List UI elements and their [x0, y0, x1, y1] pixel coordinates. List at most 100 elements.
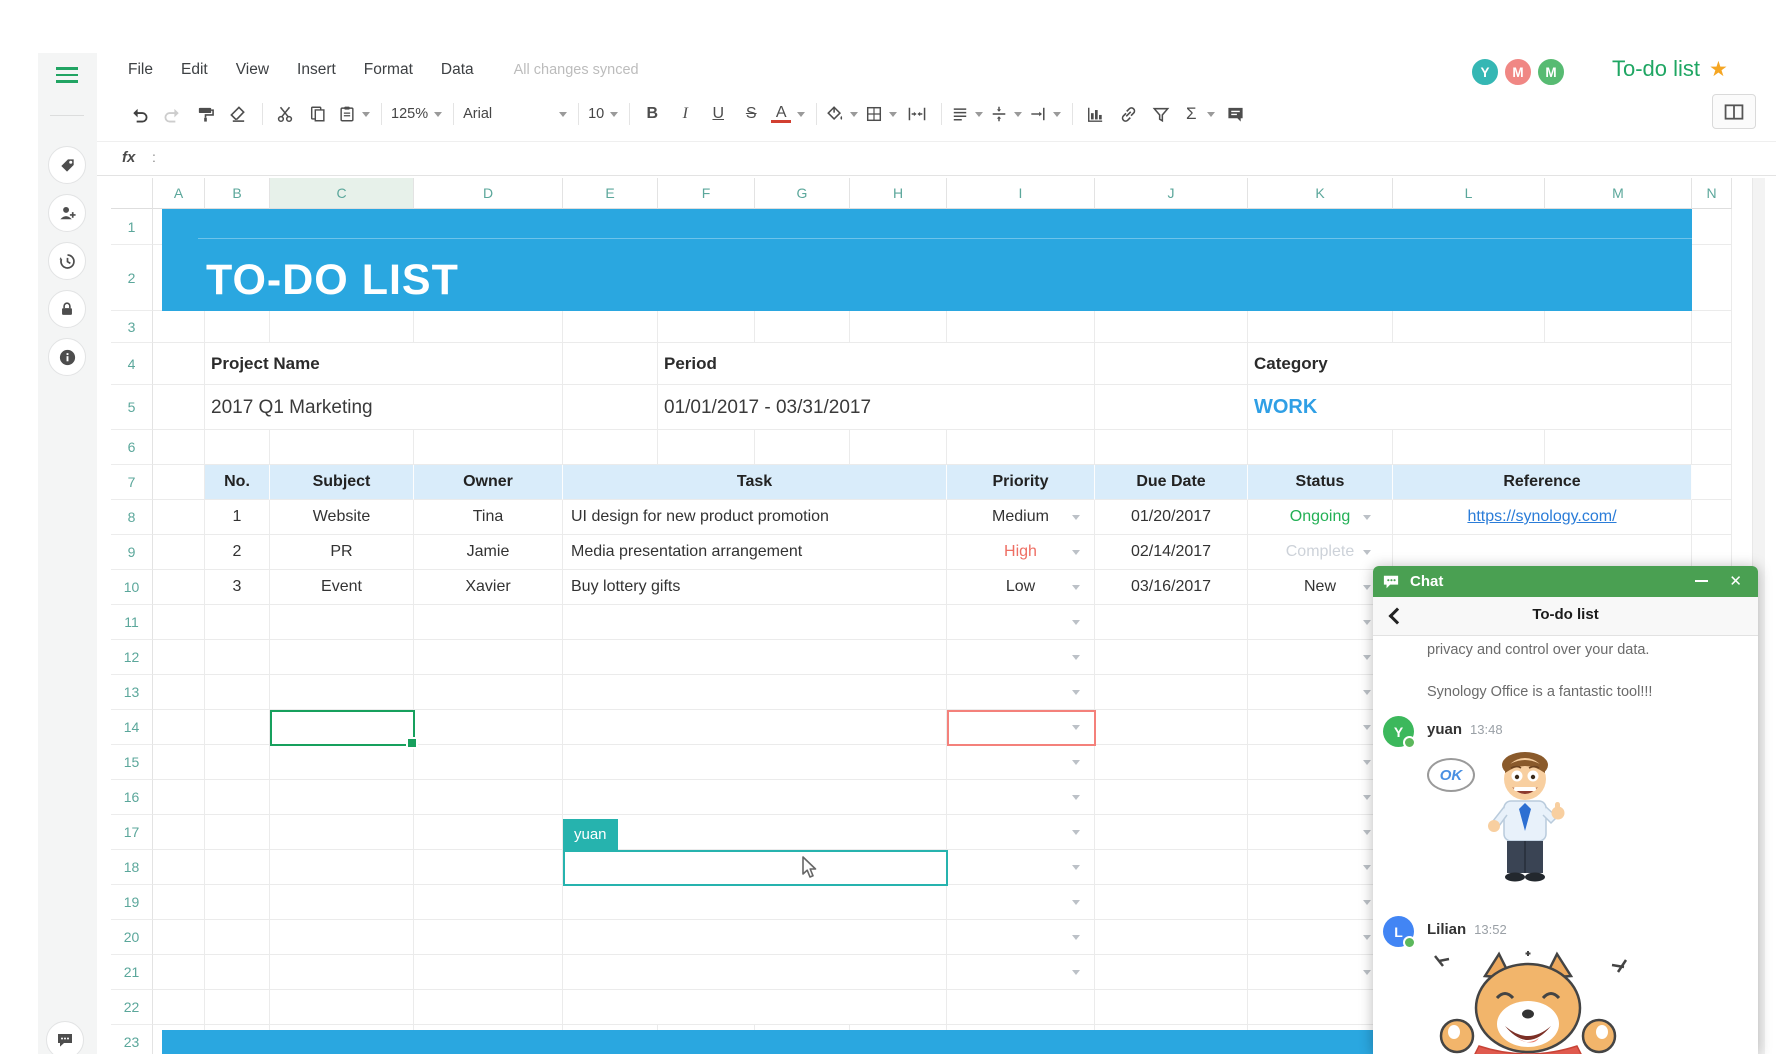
cell-E12[interactable]: [563, 640, 947, 675]
cell-E10[interactable]: Buy lottery gifts: [563, 570, 947, 605]
cell-D14[interactable]: [414, 710, 563, 745]
cell-H3[interactable]: [850, 311, 947, 343]
cell-K3[interactable]: [1248, 311, 1393, 343]
column-header-F[interactable]: F: [658, 178, 755, 209]
main-menu-button[interactable]: [56, 67, 78, 83]
cell-H6[interactable]: [850, 430, 947, 465]
strikethrough-button[interactable]: S: [738, 99, 764, 129]
cell-J10[interactable]: 03/16/2017: [1095, 570, 1248, 605]
column-header-D[interactable]: D: [414, 178, 563, 209]
cell-L8[interactable]: https://synology.com/: [1393, 500, 1692, 535]
underline-button[interactable]: U: [705, 99, 731, 129]
redo-button[interactable]: [159, 99, 185, 129]
paste-button[interactable]: [338, 99, 370, 129]
cell-B21[interactable]: [205, 955, 270, 990]
cell-N4[interactable]: [1692, 343, 1732, 385]
cell-C3[interactable]: [270, 311, 414, 343]
cell-B22[interactable]: [205, 990, 270, 1025]
cell-I3[interactable]: [947, 311, 1095, 343]
cell-A19[interactable]: [153, 885, 205, 920]
priority-dropdown-icon[interactable]: [1072, 515, 1080, 520]
cell-D21[interactable]: [414, 955, 563, 990]
status-dropdown-icon[interactable]: [1363, 865, 1371, 870]
row-header-23[interactable]: 23: [111, 1025, 153, 1054]
cell-J19[interactable]: [1095, 885, 1248, 920]
chat-minimize-button[interactable]: [1695, 580, 1708, 582]
cell-E6[interactable]: [563, 430, 658, 465]
insert-link-button[interactable]: [1115, 99, 1141, 129]
priority-dropdown-icon[interactable]: [1072, 550, 1080, 555]
cell-E17[interactable]: [563, 815, 947, 850]
cell-N2[interactable]: [1692, 245, 1732, 311]
menu-item-file[interactable]: File: [128, 61, 153, 79]
status-dropdown-icon[interactable]: [1363, 970, 1371, 975]
cell-C20[interactable]: [270, 920, 414, 955]
cell-L6[interactable]: [1393, 430, 1545, 465]
row-header-5[interactable]: 5: [111, 385, 153, 430]
cell-A13[interactable]: [153, 675, 205, 710]
cell-K20[interactable]: [1248, 920, 1393, 955]
cell-D3[interactable]: [414, 311, 563, 343]
insert-chart-button[interactable]: [1082, 99, 1108, 129]
cell-F4[interactable]: [658, 343, 1095, 385]
chat-close-button[interactable]: ✕: [1729, 572, 1742, 590]
cell-A4[interactable]: [153, 343, 205, 385]
cell-L9[interactable]: [1393, 535, 1692, 570]
row-header-17[interactable]: 17: [111, 815, 153, 850]
cell-N1[interactable]: [1692, 209, 1732, 245]
row-header-4[interactable]: 4: [111, 343, 153, 385]
cell-A10[interactable]: [153, 570, 205, 605]
cell-I22[interactable]: [947, 990, 1095, 1025]
cell-D7[interactable]: Owner: [414, 465, 563, 500]
vertical-align-button[interactable]: [990, 99, 1022, 129]
cell-K6[interactable]: [1248, 430, 1393, 465]
copy-button[interactable]: [305, 99, 331, 129]
info-button[interactable]: [48, 338, 86, 376]
cell-B10[interactable]: 3: [205, 570, 270, 605]
document-title[interactable]: To-do list: [1612, 56, 1700, 82]
cell-C18[interactable]: [270, 850, 414, 885]
cell-K22[interactable]: [1248, 990, 1393, 1025]
field-value-period[interactable]: 01/01/2017 - 03/31/2017: [664, 385, 871, 430]
cell-E4[interactable]: [563, 343, 658, 385]
column-header-E[interactable]: E: [563, 178, 658, 209]
cell-B17[interactable]: [205, 815, 270, 850]
cell-B12[interactable]: [205, 640, 270, 675]
cell-I7[interactable]: Priority: [947, 465, 1095, 500]
cell-J15[interactable]: [1095, 745, 1248, 780]
status-dropdown-icon[interactable]: [1363, 935, 1371, 940]
cell-A8[interactable]: [153, 500, 205, 535]
row-header-2[interactable]: 2: [111, 245, 153, 311]
cell-J20[interactable]: [1095, 920, 1248, 955]
cell-A3[interactable]: [153, 311, 205, 343]
cell-B7[interactable]: No.: [205, 465, 270, 500]
cell-L7[interactable]: Reference: [1393, 465, 1692, 500]
paste-menu-caret[interactable]: [362, 112, 370, 117]
cell-C11[interactable]: [270, 605, 414, 640]
menu-item-edit[interactable]: Edit: [181, 61, 208, 79]
column-header-C[interactable]: C: [270, 178, 414, 209]
share-button[interactable]: [48, 194, 86, 232]
formula-bar[interactable]: fx :: [97, 141, 1776, 176]
status-dropdown-icon[interactable]: [1363, 585, 1371, 590]
cell-B18[interactable]: [205, 850, 270, 885]
column-header-J[interactable]: J: [1095, 178, 1248, 209]
status-dropdown-icon[interactable]: [1363, 690, 1371, 695]
cell-B11[interactable]: [205, 605, 270, 640]
cell-E20[interactable]: [563, 920, 947, 955]
history-button[interactable]: [48, 242, 86, 280]
row-header-9[interactable]: 9: [111, 535, 153, 570]
cell-J13[interactable]: [1095, 675, 1248, 710]
priority-dropdown-icon[interactable]: [1072, 900, 1080, 905]
priority-dropdown-icon[interactable]: [1072, 760, 1080, 765]
cell-B6[interactable]: [205, 430, 270, 465]
cell-M6[interactable]: [1545, 430, 1692, 465]
zoom-select[interactable]: 125%: [391, 99, 442, 129]
collaborator-avatar-1[interactable]: M: [1503, 57, 1533, 87]
cell-D20[interactable]: [414, 920, 563, 955]
borders-button[interactable]: [865, 99, 897, 129]
chat-launcher-button[interactable]: [46, 1021, 84, 1054]
cell-K13[interactable]: [1248, 675, 1393, 710]
cell-A16[interactable]: [153, 780, 205, 815]
cell-K21[interactable]: [1248, 955, 1393, 990]
